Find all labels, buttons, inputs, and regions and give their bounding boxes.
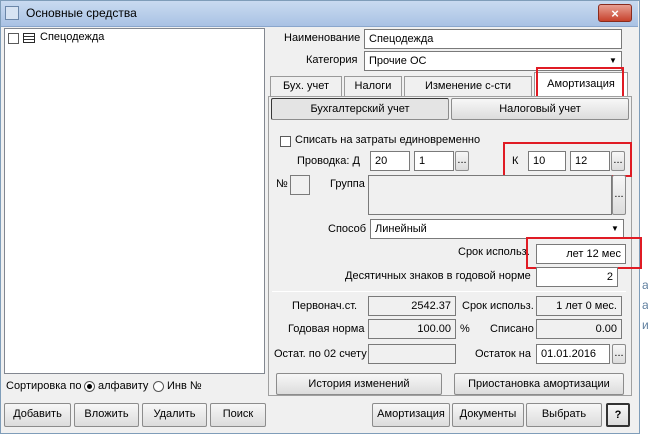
category-label: Категория xyxy=(306,54,358,66)
writeoff-checkbox[interactable] xyxy=(280,136,291,147)
subtab-tax[interactable]: Налоговый учет xyxy=(451,98,629,120)
sort-option-inv: Инв № xyxy=(167,380,202,392)
insert-button[interactable]: Вложить xyxy=(74,403,139,427)
debit-picker-button[interactable]: ... xyxy=(455,151,469,171)
entry-label: Проводка: Д xyxy=(297,155,360,167)
sort-radio-alphabet[interactable] xyxy=(84,381,95,392)
written-off-field: 0.00 xyxy=(536,319,622,339)
documents-button[interactable]: Документы xyxy=(452,403,524,427)
history-button[interactable]: История изменений xyxy=(276,373,442,395)
tab-accounting[interactable]: Бух. учет xyxy=(270,76,342,96)
method-label: Способ xyxy=(328,223,367,235)
balance02-label: Остат. по 02 счету xyxy=(274,348,367,360)
term2-label: Срок использ. xyxy=(462,300,534,312)
sort-radio-inv[interactable] xyxy=(153,381,164,392)
decimals-label: Десятичных знаков в годовой норме xyxy=(345,270,531,282)
delete-button[interactable]: Удалить xyxy=(142,403,207,427)
writeoff-label: Списать на затраты единовременно xyxy=(295,134,481,146)
decimals-input[interactable]: 2 xyxy=(536,267,618,287)
written-off-label: Списано xyxy=(490,323,534,335)
highlight-box-term xyxy=(526,237,642,269)
sort-option-alphabet: алфавиту xyxy=(98,380,149,392)
tree-item-checkbox[interactable] xyxy=(8,33,19,44)
term2-field: 1 лет 0 мес. xyxy=(536,296,622,316)
group-label: Группа xyxy=(330,178,365,190)
list-icon xyxy=(23,33,35,43)
tab-cost-change[interactable]: Изменение с-сти xyxy=(404,76,532,96)
close-button[interactable]: × xyxy=(598,4,632,22)
highlight-box-credit xyxy=(503,142,632,177)
window-title: Основные средства xyxy=(26,6,137,20)
percent-sign: % xyxy=(460,323,470,335)
select-button[interactable]: Выбрать xyxy=(526,403,602,427)
highlight-box-tab xyxy=(536,67,624,98)
name-input[interactable]: Спецодежда xyxy=(364,29,622,49)
balance-on-label: Остаток на xyxy=(475,348,531,360)
balance-date-input[interactable]: 01.01.2016 xyxy=(536,344,610,364)
debit-account-input[interactable]: 20 xyxy=(370,151,410,171)
method-select[interactable]: Линейный xyxy=(370,219,624,239)
debit-subaccount-input[interactable]: 1 xyxy=(414,151,454,171)
group-picker-button[interactable]: ... xyxy=(612,175,626,215)
tree-item-label[interactable]: Спецодежда xyxy=(40,31,104,43)
annual-rate-label: Годовая норма xyxy=(288,323,365,335)
number-label: № xyxy=(276,178,288,190)
initial-cost-label: Первонач.ст. xyxy=(292,300,358,312)
search-button[interactable]: Поиск xyxy=(210,403,266,427)
add-button[interactable]: Добавить xyxy=(4,403,71,427)
balance02-field xyxy=(368,344,456,364)
balance-date-picker-button[interactable]: ... xyxy=(612,344,626,364)
chevron-down-icon[interactable]: ▼ xyxy=(608,220,622,238)
annual-rate-field: 100.00 xyxy=(368,319,456,339)
amortization-button[interactable]: Амортизация xyxy=(372,403,450,427)
subtab-accounting[interactable]: Бухгалтерский учет xyxy=(271,98,449,120)
section-divider xyxy=(272,291,626,292)
help-button[interactable]: ? xyxy=(606,403,630,427)
sort-label: Сортировка по xyxy=(6,380,82,392)
group-field[interactable] xyxy=(368,175,612,215)
suspend-amortization-button[interactable]: Приостановка амортизации xyxy=(454,373,624,395)
tab-taxes[interactable]: Налоги xyxy=(344,76,402,96)
term-label: Срок использ. xyxy=(458,246,530,258)
initial-cost-field: 2542.37 xyxy=(368,296,456,316)
category-tree[interactable] xyxy=(4,28,265,374)
name-label: Наименование xyxy=(284,32,361,44)
number-field xyxy=(290,175,310,195)
window-icon xyxy=(5,6,19,20)
